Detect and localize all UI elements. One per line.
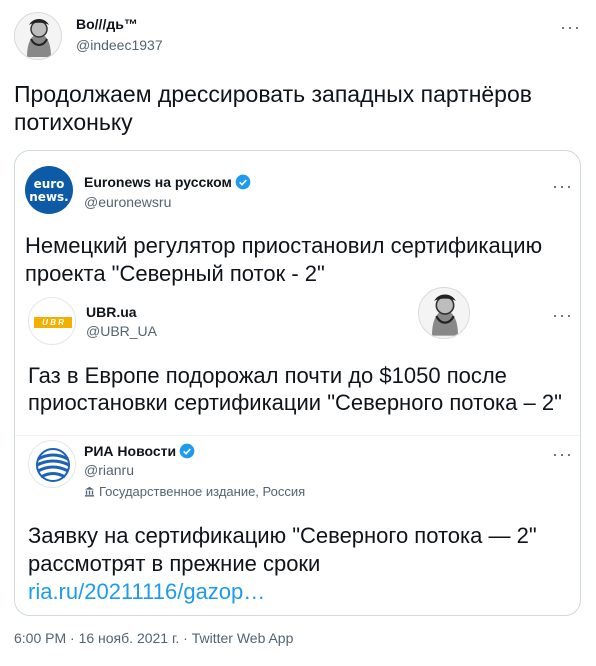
more-options-icon[interactable]: ··· bbox=[552, 306, 573, 324]
ubr-author-handle[interactable]: @UBR_UA bbox=[86, 323, 157, 339]
ubr-avatar[interactable]: U B R bbox=[28, 297, 76, 345]
state-media-label[interactable]: Государственное издание, Россия bbox=[84, 484, 305, 499]
ria-author-name-text: РИА Новости bbox=[84, 443, 177, 459]
ria-globe-logo-icon bbox=[36, 448, 70, 482]
ubr-logo: U B R bbox=[34, 317, 72, 328]
quoted-author-handle[interactable]: @euronewsru bbox=[84, 194, 171, 210]
quoted-tweet-text: Немецкий регулятор приостановил сертифик… bbox=[25, 233, 543, 286]
euronews-logo-line-1: euro bbox=[33, 177, 65, 191]
more-options-icon[interactable]: ··· bbox=[552, 177, 573, 195]
verified-badge-icon bbox=[235, 174, 251, 190]
quoted-author-name[interactable]: Euronews на русском bbox=[84, 174, 251, 190]
portrait-sketch-icon bbox=[15, 13, 61, 59]
state-media-label-text: Государственное издание, Россия bbox=[99, 484, 306, 499]
ria-tweet-text: Заявку на сертификацию "Северного потока… bbox=[28, 523, 537, 576]
author-name[interactable]: Во///дь™ bbox=[76, 16, 138, 32]
ria-author-handle[interactable]: @rianru bbox=[84, 462, 134, 478]
portrait-sketch-image[interactable] bbox=[418, 287, 470, 339]
euronews-avatar[interactable]: euro news. bbox=[25, 166, 73, 214]
ria-article-link[interactable]: ria.ru/20211116/gazop… bbox=[28, 578, 265, 606]
portrait-sketch-icon bbox=[419, 288, 469, 338]
more-options-icon[interactable]: ··· bbox=[552, 445, 573, 463]
author-avatar[interactable] bbox=[14, 12, 62, 60]
ubr-tweet-text: Газ в Европе подорожал почти до $1050 по… bbox=[28, 363, 562, 415]
euronews-logo-line-2: news. bbox=[29, 190, 69, 204]
author-handle[interactable]: @indeec1937 bbox=[76, 37, 163, 53]
ria-avatar[interactable] bbox=[28, 440, 76, 488]
tweet-text: Продолжаем дрессировать западных партнёр… bbox=[14, 81, 532, 135]
government-building-icon bbox=[84, 486, 95, 497]
verified-badge-icon bbox=[179, 443, 195, 459]
ubr-author-name[interactable]: UBR.ua bbox=[86, 304, 137, 320]
quoted-author-name-text: Euronews на русском bbox=[84, 174, 232, 190]
divider bbox=[15, 435, 580, 436]
ria-author-name[interactable]: РИА Новости bbox=[84, 443, 195, 459]
tweet-timestamp[interactable]: 6:00 PM · 16 нояб. 2021 г. · Twitter Web… bbox=[14, 630, 293, 646]
more-options-icon[interactable]: ··· bbox=[560, 18, 581, 36]
